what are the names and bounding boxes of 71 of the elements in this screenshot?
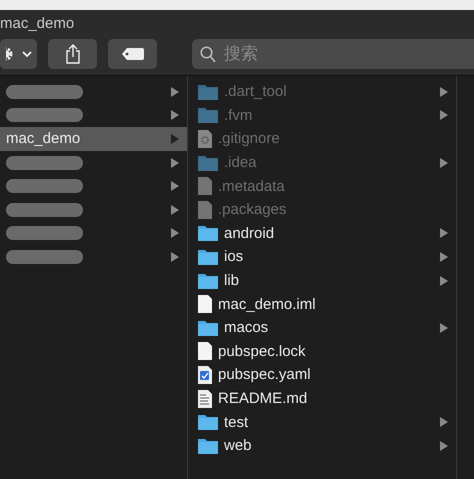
disclosure-arrow-icon [171, 86, 179, 97]
file-row[interactable]: ios [188, 245, 456, 269]
share-button[interactable] [48, 39, 97, 69]
window-title: mac_demo [0, 14, 76, 34]
file-row[interactable]: android [188, 222, 456, 246]
tag-icon [122, 48, 144, 60]
chevron-down-icon [22, 51, 32, 57]
folder-icon [198, 84, 218, 100]
file-name: README.md [218, 390, 308, 408]
file-row[interactable]: test [188, 410, 456, 434]
disclosure-arrow-icon [440, 252, 448, 262]
disclosure-arrow-icon [171, 158, 179, 168]
file-name: macos [224, 319, 270, 336]
search-bar[interactable]: 搜索 [192, 39, 474, 69]
file-row[interactable]: pubspec.lock [188, 340, 456, 364]
file-name: .idea [224, 154, 258, 172]
disclosure-arrow-icon [440, 440, 448, 451]
disclosure-arrow-icon [440, 228, 448, 238]
folder-icon [198, 248, 218, 265]
file-name: test [224, 414, 250, 431]
file-name: .dart_tool [224, 83, 288, 100]
text-document-icon [198, 390, 212, 408]
share-icon [64, 44, 80, 64]
file-name: android [224, 224, 276, 242]
document-icon [198, 177, 212, 196]
disclosure-arrow-icon [440, 276, 448, 286]
file-row[interactable]: pubspec.yaml [188, 363, 456, 387]
folder-icon [198, 414, 218, 430]
folder-name: mac_demo [6, 130, 82, 148]
folder-icon [198, 107, 218, 124]
file-name: mac_demo.iml [218, 296, 317, 313]
disclosure-arrow-icon [440, 417, 448, 428]
file-name: .metadata [218, 178, 286, 195]
folder-icon [198, 225, 218, 242]
action-menu-button[interactable] [0, 39, 37, 69]
folder-icon [198, 272, 218, 289]
selected-folder-row[interactable]: mac_demo [0, 127, 187, 151]
disclosure-arrow-icon [171, 181, 179, 192]
file-name: lib [224, 272, 240, 290]
document-icon [198, 342, 212, 360]
search-icon [200, 46, 216, 62]
disclosure-arrow-icon [171, 204, 179, 215]
disclosure-arrow-icon [440, 322, 448, 333]
gear-document-icon [198, 130, 212, 148]
disclosure-arrow-icon [440, 110, 448, 120]
folder-icon [198, 154, 218, 171]
file-row[interactable]: README.md [188, 386, 456, 410]
document-icon [198, 366, 212, 384]
disclosure-arrow-icon [440, 86, 448, 97]
file-name: web [224, 437, 253, 454]
document-icon [198, 295, 212, 314]
file-name: pubspec.yaml [218, 366, 312, 384]
file-row[interactable]: macos [188, 316, 456, 340]
document-icon [198, 200, 212, 219]
file-row[interactable]: web [188, 434, 456, 458]
search-input[interactable]: 搜索 [222, 43, 346, 65]
folder-icon [198, 320, 218, 336]
file-row[interactable]: lib [188, 268, 456, 292]
disclosure-arrow-icon [171, 228, 179, 238]
file-name: ios [224, 248, 244, 266]
folder-icon [198, 438, 218, 454]
disclosure-arrow-icon [171, 110, 179, 120]
file-name: .fvm [224, 106, 254, 124]
disclosure-arrow-icon [440, 158, 448, 168]
file-name: pubspec.lock [218, 342, 307, 360]
file-row[interactable]: mac_demo.iml [188, 292, 456, 316]
disclosure-arrow-icon [171, 134, 179, 144]
disclosure-arrow-icon [171, 252, 179, 262]
file-name: .packages [218, 201, 288, 218]
file-name: .gitignore [218, 130, 281, 148]
tag-button[interactable] [108, 39, 157, 69]
